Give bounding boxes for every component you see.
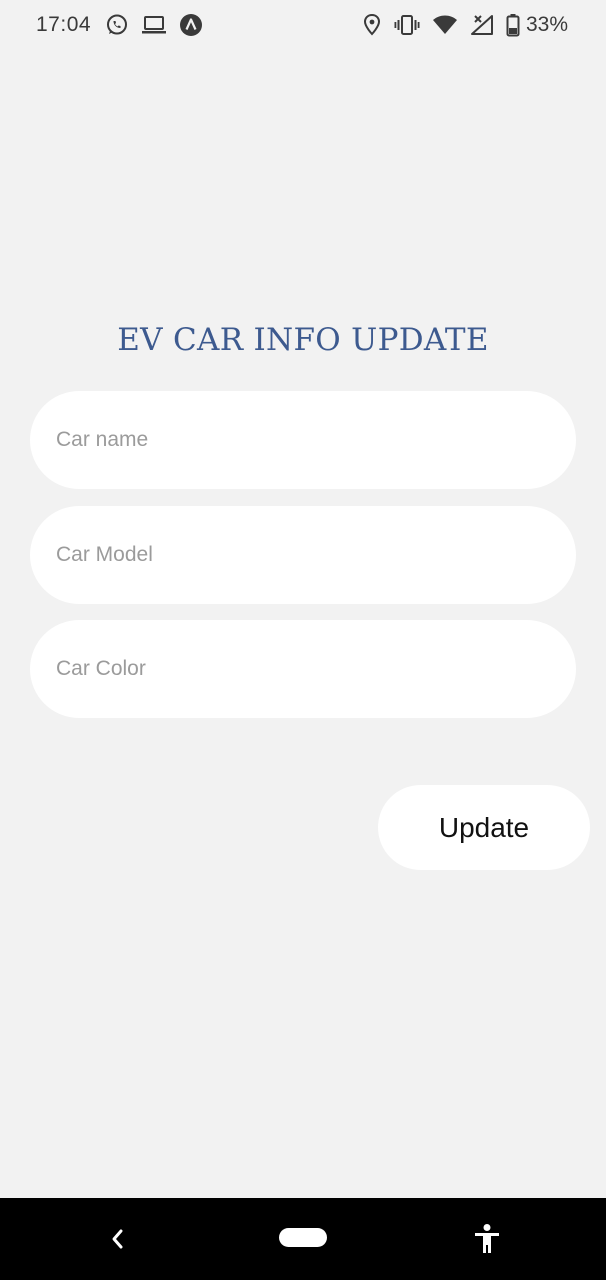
car-model-input[interactable]: [30, 506, 576, 604]
laptop-icon: [141, 14, 167, 36]
nav-bar: [0, 1198, 606, 1280]
update-button[interactable]: Update: [378, 785, 590, 870]
location-icon: [362, 13, 382, 37]
signal-icon: [470, 14, 494, 36]
battery-percent: 33%: [525, 13, 568, 36]
status-time: 17:04: [36, 13, 92, 36]
status-bar: 17:04 33%: [0, 0, 606, 50]
vibrate-icon: [394, 14, 420, 36]
screen: 17:04 33% EV CAR INFO UPDATE Car name Ca…: [0, 0, 606, 1280]
home-pill-icon[interactable]: [279, 1228, 327, 1247]
page-title: EV CAR INFO UPDATE: [117, 322, 489, 358]
app-a-icon: [179, 13, 203, 37]
accessibility-icon[interactable]: [470, 1222, 504, 1256]
battery-icon: [506, 13, 520, 37]
back-icon[interactable]: [104, 1224, 132, 1254]
whatsapp-icon: [105, 13, 129, 37]
car-color-input[interactable]: [30, 620, 576, 718]
car-name-input[interactable]: [30, 391, 576, 489]
wifi-icon: [432, 14, 458, 36]
status-right: 33%: [350, 13, 568, 37]
status-left: 17:04: [36, 13, 215, 37]
